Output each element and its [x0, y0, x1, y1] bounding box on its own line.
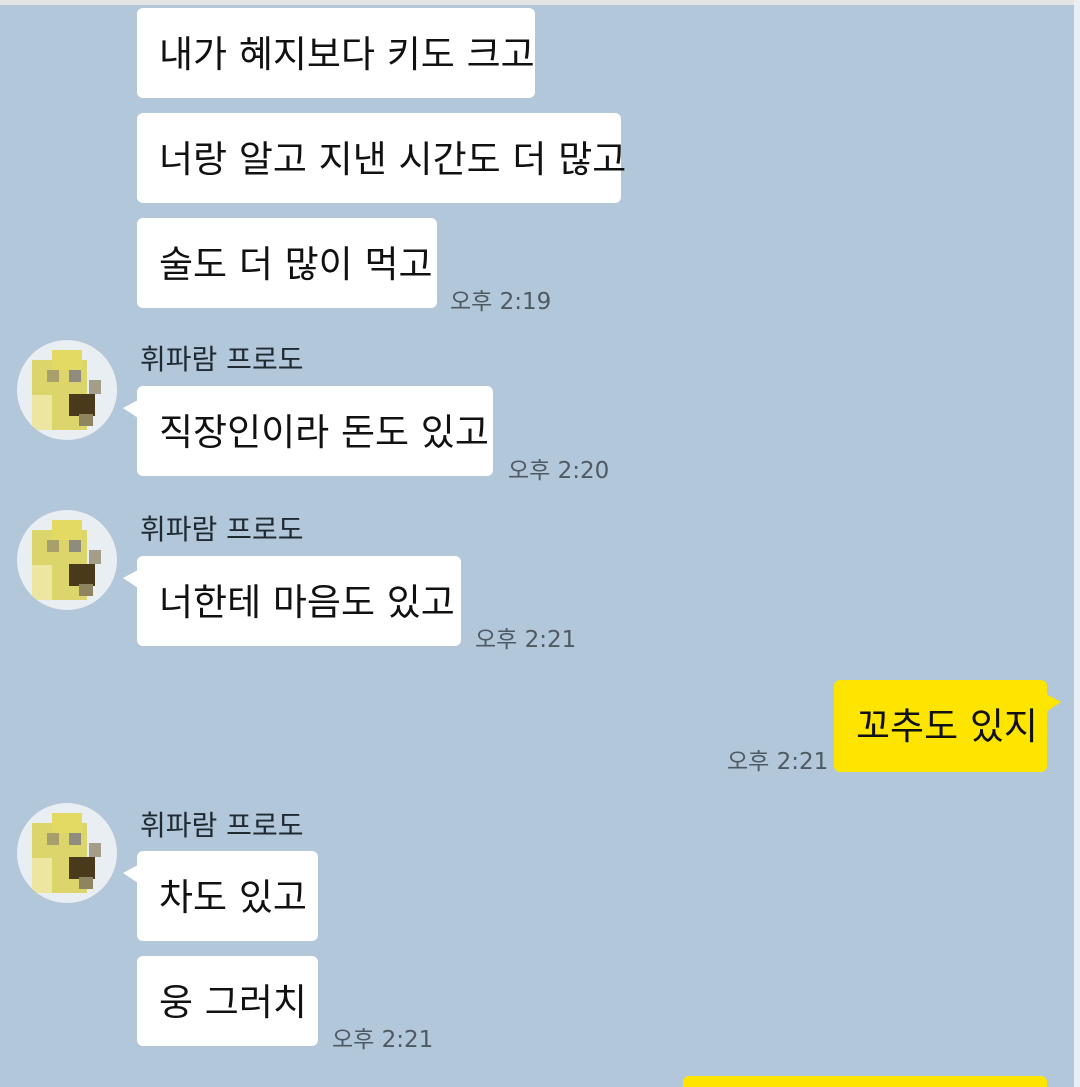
sender-name: 휘파람 프로도 — [140, 513, 304, 546]
message-timestamp: 오후 2:20 — [508, 458, 610, 484]
message-bubble[interactable]: 직장인이라 돈도 있고 — [123, 386, 493, 476]
message-timestamp: 오후 2:21 — [332, 1027, 434, 1053]
sender-name: 휘파람 프로도 — [140, 809, 304, 842]
message-timestamp: 오후 2:21 — [727, 749, 829, 775]
message-bubble[interactable]: 너랑 알고 지낸 시간도 더 많고 — [137, 113, 626, 203]
message-text: 너한테 마음도 있고 — [159, 581, 455, 624]
message-bubble[interactable]: 술도 더 많이 먹고 — [137, 218, 437, 308]
message-timestamp: 오후 2:19 — [450, 289, 552, 315]
my-message-bubble[interactable] — [683, 1076, 1047, 1087]
message-bubble[interactable]: 웅 그러치 — [137, 956, 318, 1046]
top-edge — [0, 0, 1080, 5]
message-text: 웅 그러치 — [159, 981, 307, 1024]
message-text: 내가 혜지보다 키도 크고 — [159, 33, 535, 76]
sender-avatar[interactable] — [17, 803, 117, 903]
message-timestamp: 오후 2:21 — [475, 627, 577, 653]
message-text: 술도 더 많이 먹고 — [159, 243, 433, 286]
message-bubble[interactable]: 너한테 마음도 있고 — [123, 556, 461, 646]
scrollbar-track[interactable] — [1074, 0, 1080, 1087]
my-message-bubble[interactable]: 꼬추도 있지 — [834, 680, 1061, 772]
message-text: 직장인이라 돈도 있고 — [159, 411, 489, 454]
message-text: 너랑 알고 지낸 시간도 더 많고 — [159, 138, 627, 181]
message-text: 꼬추도 있지 — [856, 705, 1038, 748]
sender-name: 휘파람 프로도 — [140, 343, 304, 376]
message-text: 차도 있고 — [159, 876, 307, 919]
message-bubble[interactable]: 내가 혜지보다 키도 크고 — [137, 8, 535, 98]
chat-room[interactable]: 내가 혜지보다 키도 크고 너랑 알고 지낸 시간도 더 많고 술도 더 많이 … — [0, 0, 1080, 1087]
message-bubble[interactable]: 차도 있고 — [123, 851, 318, 941]
sender-avatar[interactable] — [17, 340, 117, 440]
sender-avatar[interactable] — [17, 510, 117, 610]
